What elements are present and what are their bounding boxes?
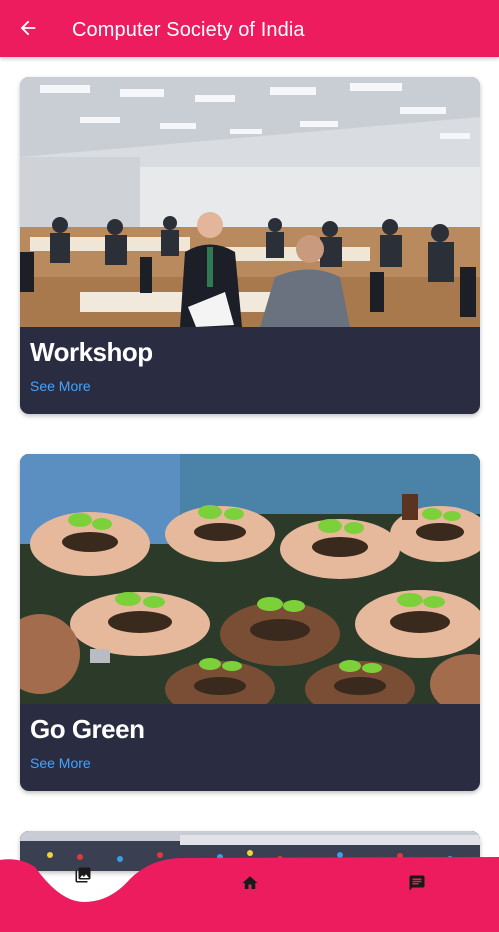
gallery-icon — [75, 867, 91, 883]
conference-room-photo — [20, 77, 480, 327]
card-workshop[interactable]: Workshop See More — [20, 77, 480, 414]
nav-chat-button[interactable] — [402, 868, 432, 898]
page-title: Computer Society of India — [72, 19, 305, 41]
card-go-green[interactable]: Go Green See More — [20, 454, 480, 791]
see-more-link[interactable]: See More — [30, 378, 91, 394]
card-body: Workshop See More — [20, 327, 480, 414]
bottom-navigation — [0, 857, 499, 932]
nav-home-button[interactable] — [235, 868, 265, 898]
nav-gallery-button[interactable] — [68, 860, 98, 890]
card-body: Go Green See More — [20, 704, 480, 791]
arrow-left-icon — [20, 20, 36, 36]
home-icon — [242, 876, 258, 889]
app-bar: Computer Society of India — [0, 0, 499, 57]
hands-holding-seedlings-photo — [20, 454, 480, 704]
see-more-link[interactable]: See More — [30, 755, 91, 771]
card-title: Go Green — [30, 714, 145, 744]
back-button[interactable] — [14, 14, 42, 42]
chat-icon — [409, 875, 425, 891]
card-title: Workshop — [30, 337, 153, 367]
